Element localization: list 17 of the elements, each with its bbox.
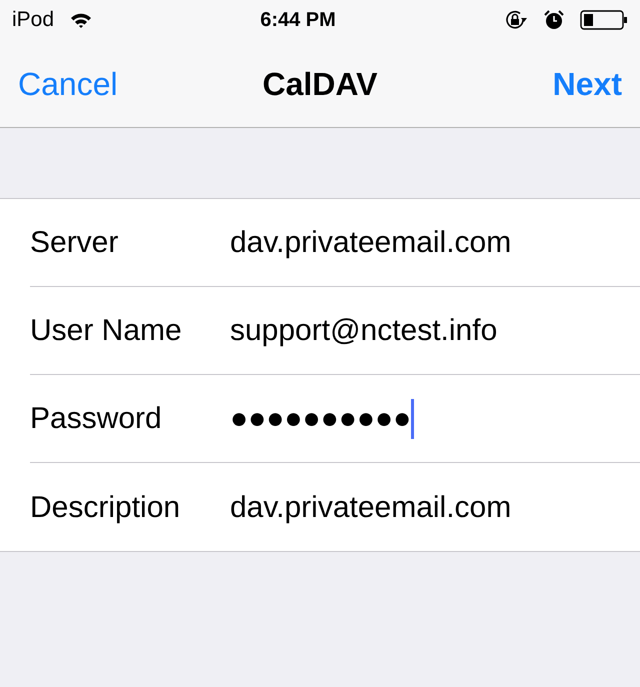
alarm-clock-icon bbox=[544, 10, 564, 30]
rotation-lock-icon bbox=[504, 9, 528, 31]
screen-title: CalDAV bbox=[262, 64, 378, 104]
next-button[interactable]: Next bbox=[552, 60, 622, 108]
input-field[interactable]: ●●●●●●●●●● bbox=[230, 396, 412, 441]
field-label: Description bbox=[30, 490, 182, 526]
field-label: Password bbox=[30, 401, 163, 437]
battery-icon bbox=[580, 10, 628, 30]
wifi-icon bbox=[70, 12, 92, 28]
field-label: Server bbox=[30, 225, 120, 261]
status-time: 6:44 PM bbox=[260, 8, 336, 33]
cancel-button[interactable]: Cancel bbox=[18, 60, 118, 108]
input-field[interactable]: support@nctest.info bbox=[230, 308, 498, 353]
input-field[interactable]: dav.privateemail.com bbox=[230, 484, 512, 530]
field-label: User Name bbox=[30, 313, 183, 349]
carrier-name: iPod bbox=[12, 7, 54, 34]
input-field[interactable]: dav.privateemail.com bbox=[230, 220, 512, 265]
